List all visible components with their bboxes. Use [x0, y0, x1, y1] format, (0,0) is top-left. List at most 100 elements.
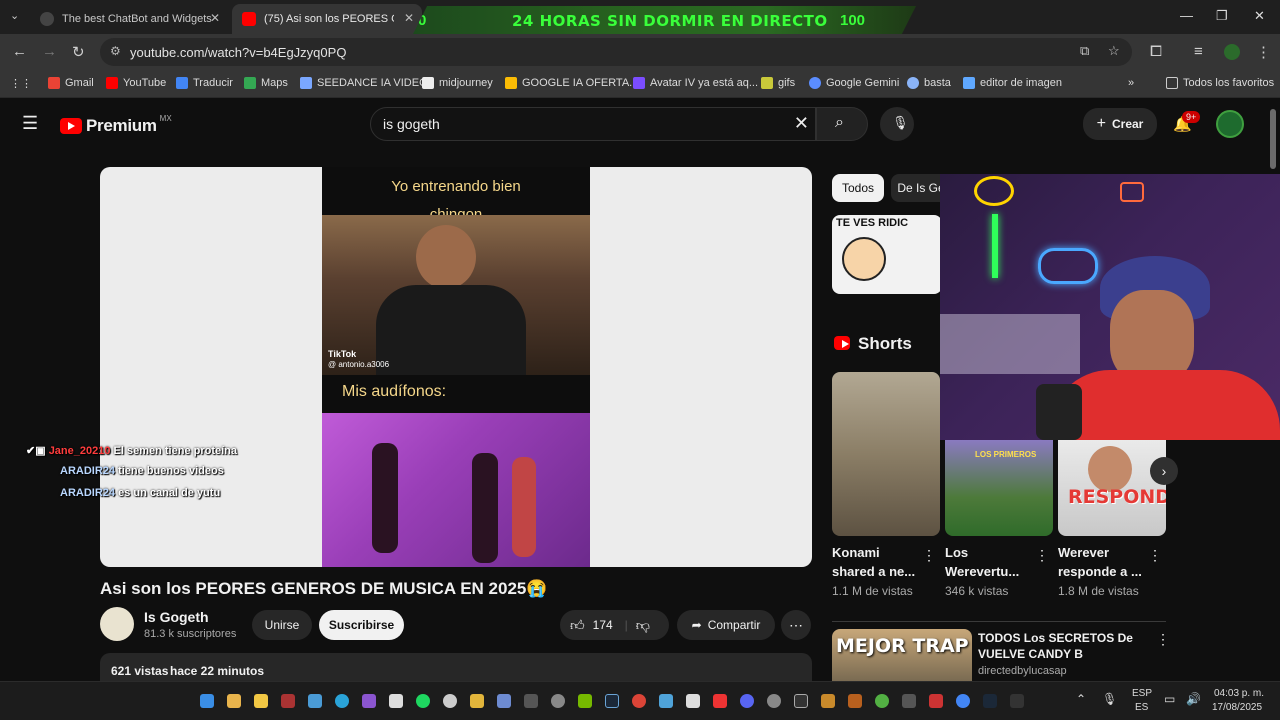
close-window-icon[interactable]: ✕ — [1254, 8, 1265, 24]
app-icon[interactable] — [470, 694, 484, 708]
spotify-icon[interactable] — [416, 694, 430, 708]
search-input[interactable] — [383, 116, 763, 132]
app-icon[interactable] — [686, 694, 700, 708]
menu-icon[interactable]: ⋮ — [1256, 43, 1271, 61]
short-thumbnail[interactable] — [832, 372, 940, 536]
app-icon[interactable] — [848, 694, 862, 708]
youtube-logo[interactable]: Premium MX — [60, 114, 172, 136]
forward-icon[interactable]: → — [42, 43, 57, 60]
epic-icon[interactable] — [794, 694, 808, 708]
close-icon[interactable]: ✕ — [404, 11, 414, 25]
discord-icon[interactable] — [740, 694, 754, 708]
subscribe-button[interactable]: Suscribirse — [319, 610, 404, 640]
bookmark-gifs[interactable]: gifs — [761, 77, 795, 89]
all-bookmarks[interactable]: Todos los favoritos — [1166, 77, 1274, 89]
thumbs-up-icon[interactable]: 👍︎ — [570, 617, 585, 634]
steam-icon[interactable] — [605, 694, 619, 708]
app-icon[interactable] — [524, 694, 538, 708]
app-icon[interactable] — [551, 694, 565, 708]
network-icon[interactable]: ▭ — [1164, 692, 1175, 706]
like-count[interactable]: 174 — [593, 618, 613, 632]
language-secondary[interactable]: ES — [1135, 702, 1148, 713]
microphone-tray-icon[interactable]: 🎙 — [1102, 692, 1117, 706]
short-menu-icon[interactable]: ⋮ — [1148, 547, 1162, 564]
bookmark-midjourney[interactable]: midjourney — [422, 77, 493, 89]
bookmark-seedance[interactable]: SEEDANCE IA VIDEO — [300, 77, 428, 89]
app-icon[interactable] — [308, 694, 322, 708]
bookmark-gmail[interactable]: Gmail — [48, 77, 94, 89]
account-avatar[interactable] — [1216, 110, 1244, 138]
clock-time[interactable]: 04:03 p. m. — [1214, 688, 1264, 699]
app-icon[interactable] — [713, 694, 727, 708]
short-title[interactable]: Los Werevertu... — [945, 543, 1029, 581]
bookmark-avatar[interactable]: Avatar IV ya está aq... — [633, 77, 758, 89]
install-icon[interactable]: ⧉ — [1080, 43, 1089, 59]
short-title[interactable]: Konami shared a ne... — [832, 543, 916, 581]
shorts-next-button[interactable]: › — [1150, 457, 1178, 485]
related-menu-icon[interactable]: ⋮ — [1156, 631, 1170, 648]
short-thumbnail[interactable]: LOS PRIMEROS — [945, 440, 1053, 536]
tab-chatbot[interactable]: The best ChatBot and Widgets ✕ — [30, 4, 228, 34]
file-explorer-icon[interactable] — [227, 694, 241, 708]
app-icon[interactable] — [821, 694, 835, 708]
chip-todos[interactable]: Todos — [832, 174, 884, 202]
extensions-icon[interactable]: ⧠ — [1150, 43, 1162, 60]
back-icon[interactable]: ← — [12, 43, 27, 60]
voice-search-button[interactable]: 🎙 — [880, 107, 914, 141]
clock-date[interactable]: 17/08/2025 — [1212, 702, 1262, 713]
description-box[interactable]: 621 vistas hace 22 minutos — [100, 653, 812, 681]
short-menu-icon[interactable]: ⋮ — [1035, 547, 1049, 564]
volume-icon[interactable]: 🔊 — [1186, 692, 1201, 706]
chrome-active-icon[interactable] — [956, 694, 970, 708]
telegram-icon[interactable] — [335, 694, 349, 708]
chrome-icon[interactable] — [632, 694, 646, 708]
notes-icon[interactable] — [254, 694, 268, 708]
nvidia-icon[interactable] — [578, 694, 592, 708]
bookmark-maps[interactable]: Maps — [244, 77, 288, 89]
media-icon[interactable]: ≡ — [1194, 43, 1203, 60]
thumbs-down-icon[interactable]: 👎︎ — [636, 617, 650, 634]
apps-icon[interactable]: ⋮⋮ — [10, 77, 32, 90]
related-video-title[interactable]: TODOS Los SECRETOS De VUELVE CANDY B — [978, 630, 1138, 662]
app-icon[interactable] — [983, 694, 997, 708]
start-icon[interactable] — [200, 694, 214, 708]
more-actions-button[interactable]: ⋯ — [781, 610, 811, 640]
short-thumbnail[interactable]: RESPONDE — [1058, 440, 1166, 536]
tab-youtube[interactable]: (75) Asi son los PEORES GE ✕ — [232, 4, 422, 34]
short-menu-icon[interactable]: ⋮ — [922, 547, 936, 564]
share-button[interactable]: ➦ Compartir — [677, 610, 775, 640]
bookmark-editor[interactable]: editor de imagen — [963, 77, 1062, 89]
app-icon[interactable] — [929, 694, 943, 708]
channel-avatar[interactable] — [100, 607, 134, 641]
app-icon[interactable] — [362, 694, 376, 708]
related-video-thumbnail[interactable]: MEJOR TRAP — [832, 629, 972, 681]
search-button[interactable]: ⌕ — [816, 107, 868, 141]
bookmark-google-ia[interactable]: GOOGLE IA OFERTA... — [505, 77, 638, 89]
scrollbar-thumb[interactable] — [1270, 109, 1276, 169]
channel-name[interactable]: Is Gogeth — [144, 609, 209, 625]
app-icon[interactable] — [1010, 694, 1024, 708]
more-bookmarks-icon[interactable]: » — [1128, 77, 1134, 89]
join-button[interactable]: Unirse — [252, 610, 312, 640]
app-icon[interactable] — [902, 694, 916, 708]
app-icon[interactable] — [443, 694, 457, 708]
tab-search-icon[interactable]: ⌄ — [10, 9, 19, 22]
reload-icon[interactable]: ↻ — [72, 43, 85, 61]
bookmark-basta[interactable]: basta — [907, 77, 951, 89]
chevron-up-icon[interactable]: ⌃ — [1076, 692, 1086, 706]
app-icon[interactable] — [389, 694, 403, 708]
video-player[interactable]: Yo entrenando bien chingon TikTok @ anto… — [100, 167, 812, 567]
related-thumbnail[interactable]: TE VES RIDIC — [832, 215, 942, 294]
app-icon[interactable] — [497, 694, 511, 708]
bookmark-traducir[interactable]: Traducir — [176, 77, 233, 89]
site-info-icon[interactable]: ⚙ — [110, 44, 121, 58]
clear-search-icon[interactable]: ✕ — [794, 113, 809, 134]
app-icon[interactable] — [281, 694, 295, 708]
minimize-icon[interactable]: — — [1180, 8, 1193, 23]
profile-avatar[interactable] — [1224, 44, 1240, 60]
bookmark-gemini[interactable]: Google Gemini — [809, 77, 899, 89]
close-icon[interactable]: ✕ — [210, 11, 220, 25]
xbox-icon[interactable] — [875, 694, 889, 708]
bookmark-youtube[interactable]: YouTube — [106, 77, 166, 89]
app-icon[interactable] — [659, 694, 673, 708]
